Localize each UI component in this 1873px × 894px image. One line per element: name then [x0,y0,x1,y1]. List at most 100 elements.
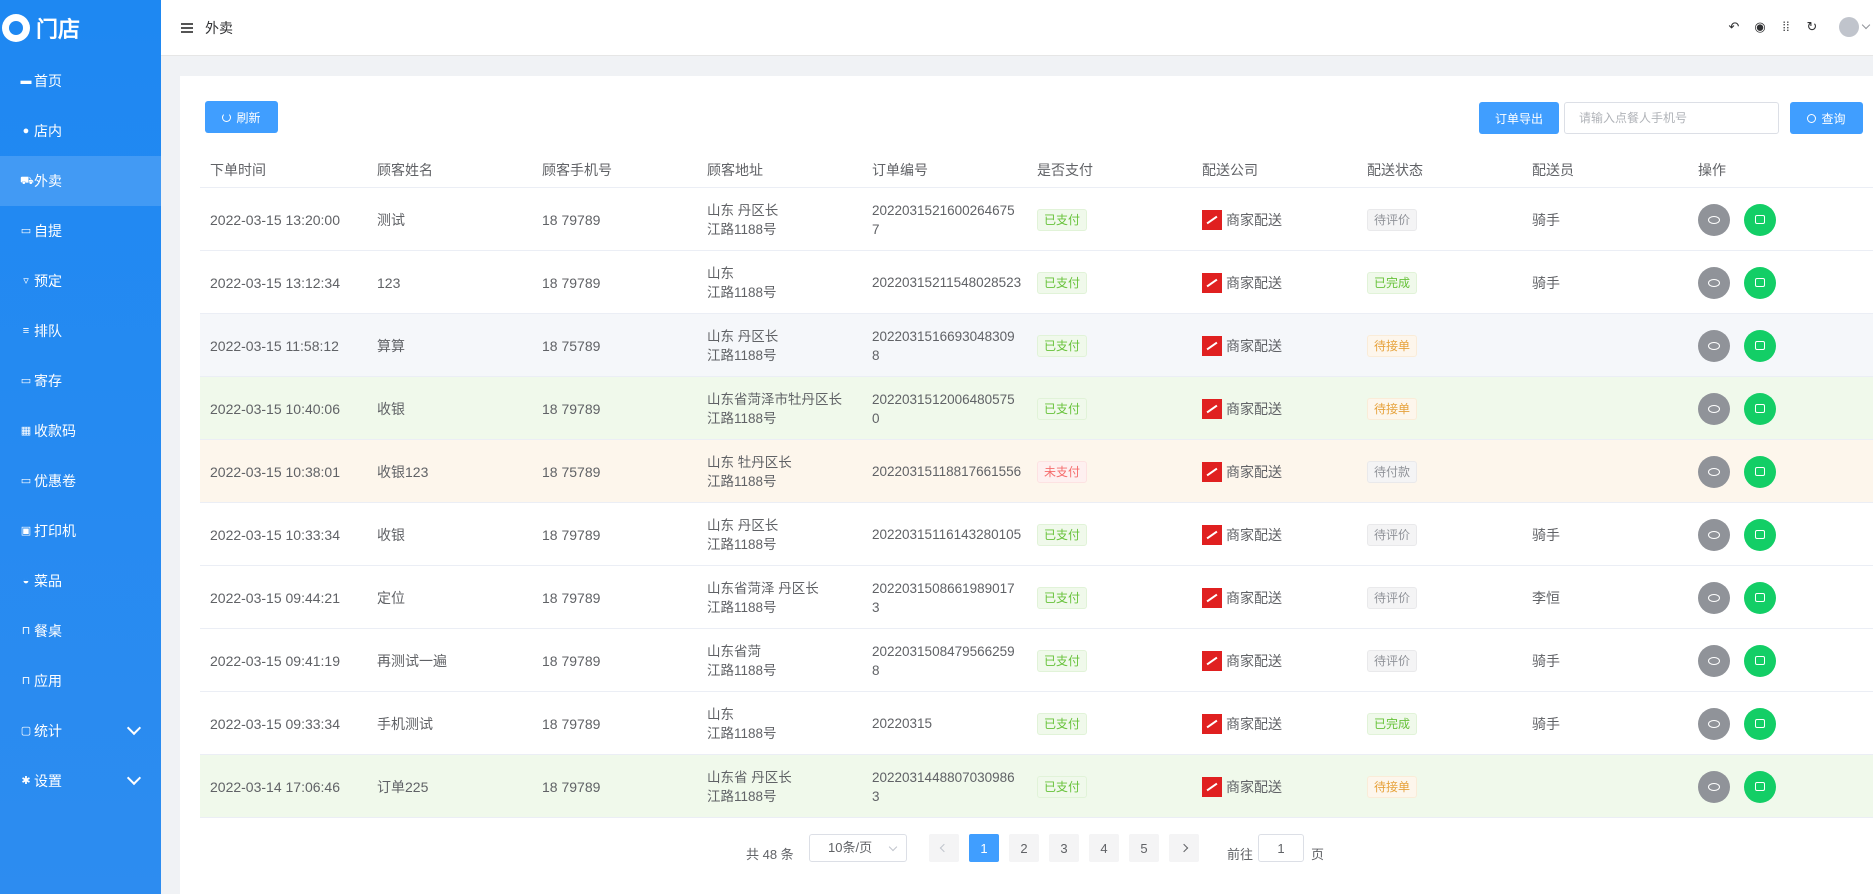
delivery-company-logo-icon [1202,587,1222,608]
page-button[interactable]: 4 [1089,834,1119,862]
column-header: 下单时间 [210,161,266,178]
grid-icon[interactable]: ⁞⁞ [1779,20,1793,34]
eye-icon [1708,404,1720,413]
table-row[interactable]: 2022-03-15 10:33:34 收银 18 79789 山东 丹区长 江路118… [200,503,1873,566]
address-line-1: 山东 牡丹区长 [707,454,792,470]
address-line-2: 江路1188号 [707,725,777,741]
page-button[interactable]: 5 [1129,834,1159,862]
view-button[interactable] [1698,644,1730,677]
print-button[interactable] [1744,392,1776,425]
sidebar-item-7[interactable]: ▦ 收款码 [0,406,161,456]
print-button[interactable] [1744,455,1776,488]
table-row[interactable]: 2022-03-15 09:44:21 定位 18 79789 山东省菏泽 丹区长 江路… [200,566,1873,629]
customer-name: 算算 [377,337,405,354]
hamburger-icon[interactable] [181,22,193,33]
view-button[interactable] [1698,581,1730,614]
table-row[interactable]: 2022-03-15 09:41:19 再测试一遍 18 79789 山东省菏 江路11… [200,629,1873,692]
table-row[interactable]: 2022-03-14 17:06:46 订单225 18 79789 山东省 丹区长江… [200,755,1873,818]
view-button[interactable] [1698,770,1730,803]
phone-search-input[interactable] [1564,102,1779,134]
customer-name: 123 [377,274,401,291]
view-button[interactable] [1698,455,1730,488]
search-button[interactable]: 查询 [1790,102,1863,134]
export-orders-button[interactable]: 订单导出 [1479,102,1559,134]
payment-status-badge: 已支付 [1037,271,1088,294]
sidebar-item-1[interactable]: ● 店内 [0,106,161,156]
print-button[interactable] [1744,644,1776,677]
sidebar-item-8[interactable]: ▭ 优惠卷 [0,456,161,506]
table-row[interactable]: 2022-03-15 10:40:06 收银 18 79789 山东省菏泽市牡丹区长江… [200,377,1873,440]
view-button[interactable] [1698,518,1730,551]
sidebar-item-5[interactable]: ≡ 排队 [0,306,161,356]
customer-phone: 18 75789 [542,337,601,354]
address-line-1: 山东省菏泽 丹区长 [707,580,819,596]
sidebar-item-10[interactable]: ◒ 菜品 [0,556,161,606]
printer-icon [1755,278,1765,287]
column-header: 顾客地址 [707,161,763,178]
chevron-down-icon[interactable] [1861,20,1871,30]
print-button[interactable] [1744,266,1776,299]
sidebar-item-13[interactable]: ▢ 统计 [0,706,161,756]
sidebar-item-0[interactable]: ▬ 首页 [0,56,161,106]
theme-icon[interactable]: ◉ [1753,20,1767,34]
print-button[interactable] [1744,770,1776,803]
printer-icon [1755,530,1765,539]
page-button[interactable]: 1 [969,834,999,862]
page-button[interactable]: 2 [1009,834,1039,862]
refresh-button[interactable]: 刷新 [205,101,278,133]
print-button[interactable] [1744,707,1776,740]
row-actions [1698,377,1790,440]
table-row[interactable]: 2022-03-15 09:33:34 手机测试 18 79789 山东 江路1188号… [200,692,1873,755]
refresh-button-label: 刷新 [236,110,261,125]
delivery-status: 待评价 [1367,188,1418,251]
column-header: 操作 [1698,161,1726,178]
table-row[interactable]: 2022-03-15 11:58:12 算算 18 75789 山东 丹区长 江路118… [200,314,1873,377]
print-button[interactable] [1744,581,1776,614]
eye-icon [1708,530,1720,539]
chevron-down-icon[interactable] [126,720,142,736]
sidebar-item-4[interactable]: ▿ 预定 [0,256,161,306]
view-button[interactable] [1698,203,1730,236]
sidebar-item-14[interactable]: ✱ 设置 [0,756,161,806]
sidebar-item-2[interactable]: ⛟ 外卖 [0,156,161,206]
sidebar-item-3[interactable]: ▭ 自提 [0,206,161,256]
view-button[interactable] [1698,329,1730,362]
logo[interactable]: 门店 [0,0,161,56]
qrcode-icon: ▦ [20,425,32,437]
view-button[interactable] [1698,266,1730,299]
table-row[interactable]: 2022-03-15 13:12:34 123 18 79789 山东 江路1188号 2… [200,251,1873,314]
customer-phone: 18 75789 [542,463,601,480]
prev-page-button[interactable] [929,834,959,862]
column-header: 是否支付 [1037,161,1093,178]
queue-icon: ≡ [22,325,30,337]
goto-page-input[interactable] [1258,834,1304,862]
payment-status-badge: 已支付 [1037,586,1088,609]
delivery-company-logo-icon [1202,461,1222,482]
refresh-icon[interactable]: ↻ [1805,20,1819,34]
page-size-select[interactable]: 10条/页 [809,834,907,862]
view-button[interactable] [1698,392,1730,425]
table-row[interactable]: 2022-03-15 13:20:00 测试 18 79789 山东 丹区长 江路118… [200,188,1873,251]
sidebar-item-9[interactable]: ▣ 打印机 [0,506,161,556]
delivery-status-badge: 已完成 [1367,712,1418,735]
sidebar-item-12[interactable]: ⊓ 应用 [0,656,161,706]
sidebar-item-6[interactable]: ▭ 寄存 [0,356,161,406]
delivery-status: 待评价 [1367,503,1418,566]
customer-address: 山东 江路1188号 [707,251,857,314]
chevron-down-icon[interactable] [126,770,142,786]
next-page-button[interactable] [1169,834,1199,862]
order-time: 2022-03-15 10:38:01 [210,463,340,480]
page-button[interactable]: 3 [1049,834,1079,862]
print-button[interactable] [1744,518,1776,551]
print-button[interactable] [1744,329,1776,362]
back-icon[interactable]: ↶ [1727,20,1741,34]
print-button[interactable] [1744,203,1776,236]
sidebar-item-11[interactable]: ⊓ 餐桌 [0,606,161,656]
avatar[interactable] [1839,17,1859,37]
customer-phone: 18 79789 [542,715,601,732]
table-row[interactable]: 2022-03-15 10:38:01 收银123 18 75789 山东 牡丹区长江… [200,440,1873,503]
delivery-company-logo-icon [1202,524,1222,545]
payment-status-badge: 已支付 [1037,523,1088,546]
view-button[interactable] [1698,707,1730,740]
delivery-status: 待付款 [1367,440,1418,503]
